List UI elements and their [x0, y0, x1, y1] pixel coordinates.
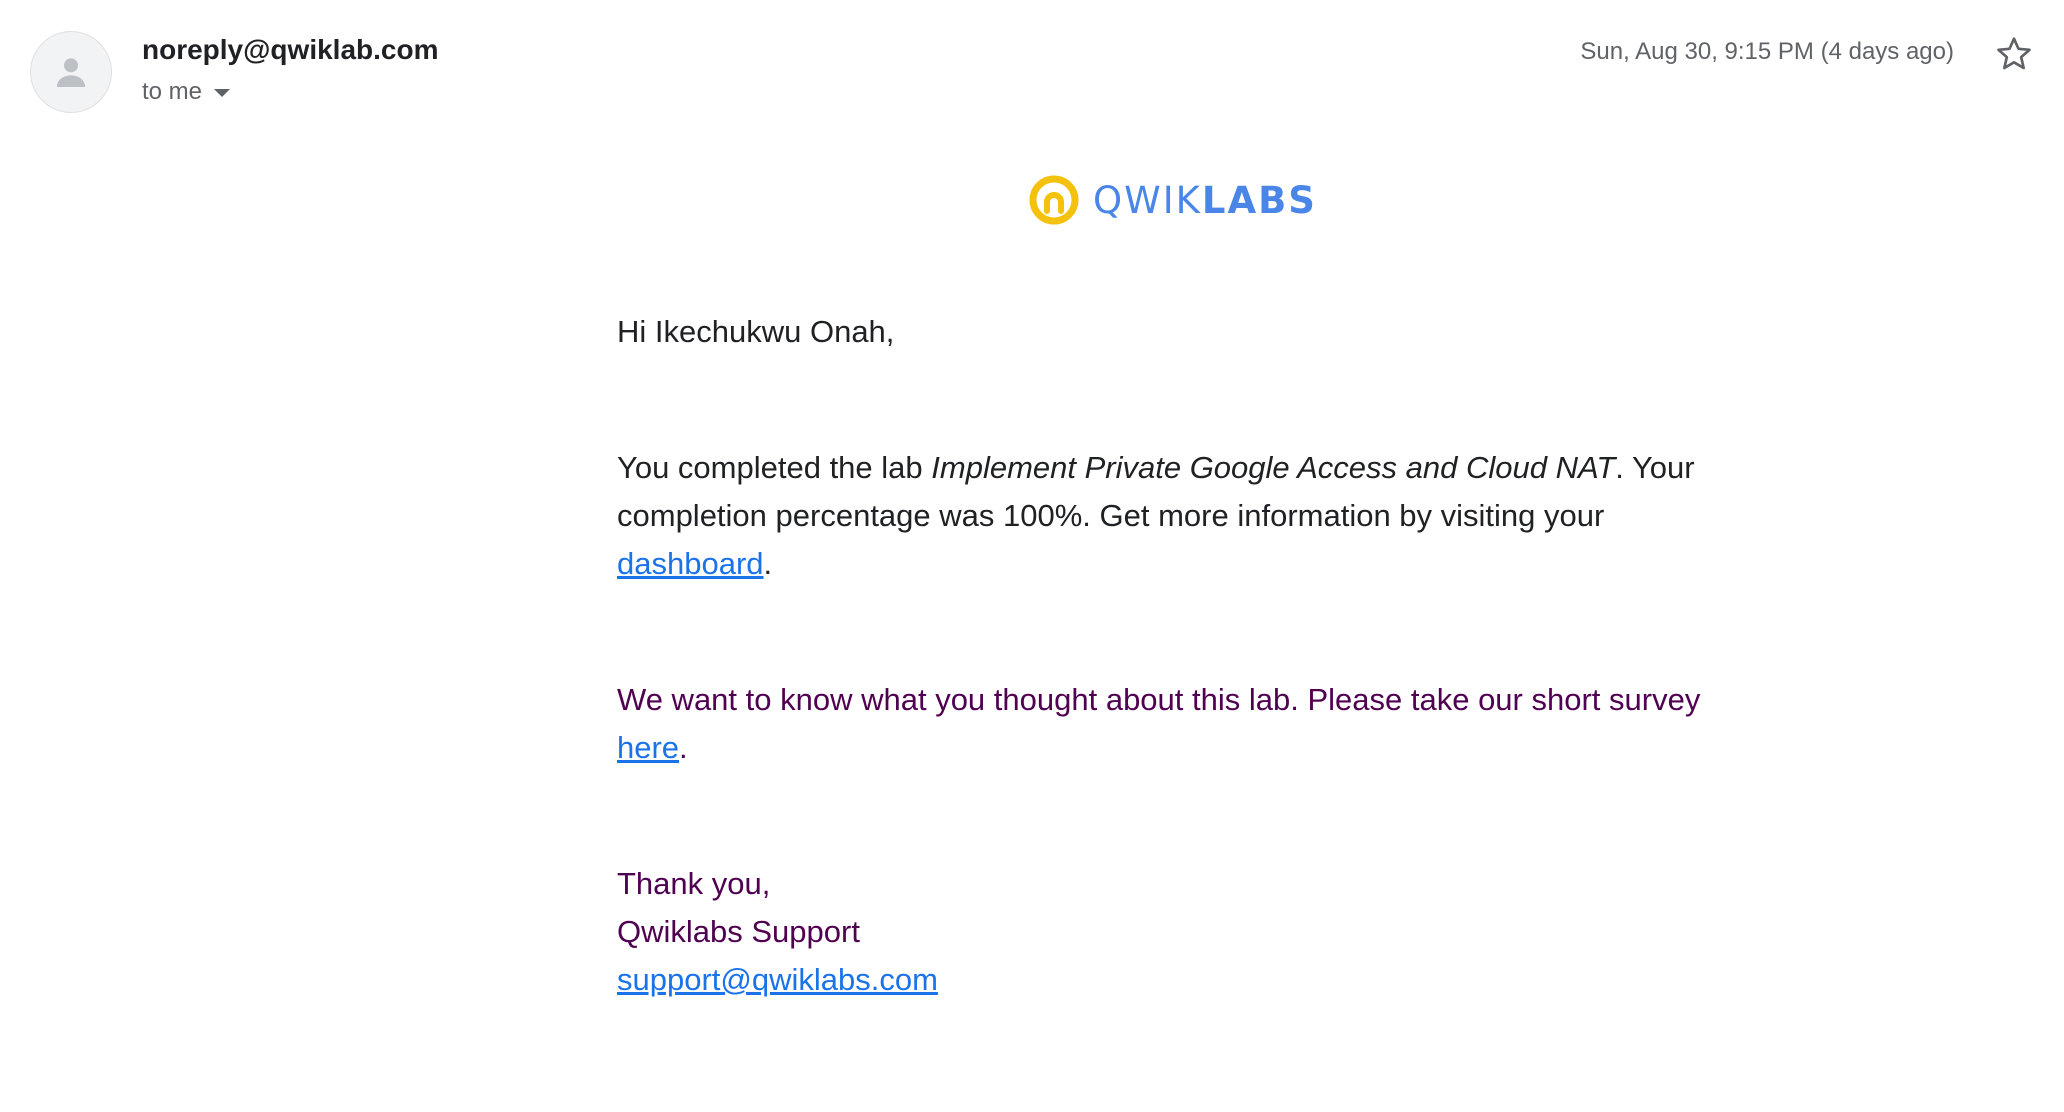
lab-name: Implement Private Google Access and Clou…: [931, 450, 1616, 485]
qwiklabs-logo: QWIKLABS: [1027, 173, 1317, 227]
recipient-label: to me: [142, 78, 203, 105]
sender-email[interactable]: noreply@qwiklab.com: [142, 34, 438, 66]
recipient-details-toggle[interactable]: to me: [142, 78, 231, 106]
survey-paragraph: We want to know what you thought about t…: [617, 676, 1737, 772]
survey-link[interactable]: here: [617, 730, 679, 765]
logo-wordmark: QWIKLABS: [1093, 179, 1317, 222]
logo-text-light: QWIK: [1093, 178, 1202, 222]
person-icon: [56, 58, 86, 87]
message-body: Hi Ikechukwu Onah, You completed the lab…: [617, 308, 1737, 1004]
chevron-down-icon: [214, 89, 231, 97]
greeting: Hi Ikechukwu Onah,: [617, 314, 895, 349]
signoff-team: Qwiklabs Support: [617, 914, 860, 949]
qwiklabs-logo-icon: [1029, 175, 1079, 225]
survey-prefix: We want to know what you thought about t…: [617, 682, 1701, 717]
dashboard-link[interactable]: dashboard: [617, 546, 764, 581]
completion-prefix: You completed the lab: [617, 450, 932, 485]
completion-paragraph: You completed the lab Implement Private …: [617, 444, 1737, 588]
completion-suffix: .: [763, 546, 773, 581]
signoff: Thank you, Qwiklabs Support support@qwik…: [617, 860, 1737, 1004]
signoff-thanks: Thank you,: [617, 866, 771, 901]
sender-avatar[interactable]: [30, 31, 112, 113]
message-timestamp: Sun, Aug 30, 9:15 PM (4 days ago): [1580, 38, 1954, 65]
star-outline-icon: [1997, 37, 2031, 70]
logo-text-bold: LABS: [1201, 178, 1317, 222]
survey-suffix: .: [679, 730, 688, 765]
support-email-link[interactable]: support@qwiklabs.com: [617, 962, 938, 997]
star-button[interactable]: [1994, 34, 2034, 74]
